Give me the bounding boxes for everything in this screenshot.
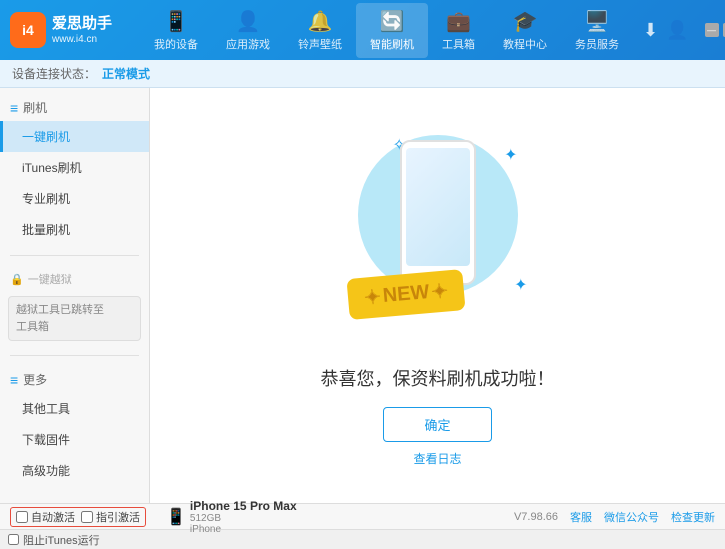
tab-ringtones[interactable]: 🔔 铃声壁纸 — [284, 3, 356, 58]
more-section-icon: ≡ — [10, 372, 18, 388]
status-bar: 设备连接状态： 正常模式 — [0, 60, 725, 88]
ringtones-icon: 🔔 — [308, 9, 333, 34]
tab-apps-games[interactable]: 👤 应用游戏 — [212, 3, 284, 58]
minimize-button[interactable]: — — [705, 23, 719, 37]
jailbreak-section-header: 🔒 一键越狱 — [0, 266, 149, 292]
logo-icon: i4 — [10, 12, 46, 48]
more-section: ≡ 更多 其他工具 下载固件 高级功能 — [0, 360, 149, 492]
auto-activate-checkbox[interactable] — [16, 511, 28, 523]
phone-screen — [406, 148, 470, 266]
user-btn[interactable]: 👤 — [666, 20, 688, 41]
sidebar-divider-1 — [10, 255, 139, 256]
itunes-bar: 阻止iTunes运行 — [0, 529, 725, 549]
main-content: ✦ ✧ ✦ ✦ NEW ✦ 恭喜您，保资料刷机成功啦！ 确定 查看日志 — [150, 88, 725, 503]
nav-tabs: 📱 我的设备 👤 应用游戏 🔔 铃声壁纸 🔄 智能刷机 💼 工具箱 🎓 教程中心… — [140, 3, 633, 58]
customer-service-link[interactable]: 客服 — [570, 509, 592, 525]
success-message: 恭喜您，保资料刷机成功啦！ — [321, 365, 555, 391]
phone-body — [400, 140, 476, 285]
logo-text: 爱思助手 www.i4.cn — [52, 14, 112, 47]
flash-section-icon: ≡ — [10, 100, 18, 116]
sidebar-item-batch-flash[interactable]: 批量刷机 — [0, 214, 149, 245]
logo-area: i4 爱思助手 www.i4.cn — [10, 12, 140, 48]
tutorials-icon: 🎓 — [513, 9, 538, 34]
confirm-button[interactable]: 确定 — [383, 407, 491, 442]
sparkle-icon-1: ✦ — [504, 145, 517, 165]
bottom-right: V7.98.66 客服 微信公众号 检查更新 — [514, 509, 715, 525]
download-btn[interactable]: ⬇ — [643, 20, 658, 41]
lock-icon: 🔒 — [10, 273, 24, 286]
sidebar-item-download-fw[interactable]: 下载固件 — [0, 424, 149, 455]
sidebar-item-itunes-flash[interactable]: iTunes刷机 — [0, 152, 149, 183]
check-update-link[interactable]: 检查更新 — [671, 509, 715, 525]
auto-activate-label[interactable]: 自动激活 — [16, 509, 75, 525]
sidebar-item-advanced[interactable]: 高级功能 — [0, 455, 149, 486]
app-header: i4 爱思助手 www.i4.cn 📱 我的设备 👤 应用游戏 🔔 铃声壁纸 🔄… — [0, 0, 725, 60]
my-device-icon: 📱 — [164, 9, 189, 34]
window-controls: — □ ✕ — [705, 23, 725, 37]
new-badge: ✦ NEW ✦ — [346, 269, 465, 320]
sidebar: ≡ 刷机 一键刷机 iTunes刷机 专业刷机 批量刷机 🔒 一键越狱 — [0, 88, 150, 503]
header-right: ⬇ 👤 — □ ✕ — [643, 20, 725, 41]
guide-activate-checkbox[interactable] — [81, 511, 93, 523]
itunes-checkbox[interactable] — [8, 534, 19, 545]
more-section-header: ≡ 更多 — [0, 366, 149, 393]
device-auto-section: 自动激活 指引激活 — [10, 507, 146, 527]
wechat-link[interactable]: 微信公众号 — [604, 509, 659, 525]
service-icon: 🖥️ — [585, 9, 610, 34]
tab-my-device[interactable]: 📱 我的设备 — [140, 3, 212, 58]
new-badge-text: ✦ NEW ✦ — [363, 278, 449, 310]
device-info-section: 📱 iPhone 15 Pro Max 512GB iPhone — [166, 499, 297, 535]
phone-illustration: ✦ ✧ ✦ ✦ NEW ✦ — [338, 125, 538, 345]
jailbreak-note: 越狱工具已跳转至 工具箱 — [8, 296, 141, 341]
tab-service[interactable]: 🖥️ 务员服务 — [561, 3, 633, 58]
flash-section-header: ≡ 刷机 — [0, 94, 149, 121]
device-details: iPhone 15 Pro Max 512GB iPhone — [190, 499, 297, 535]
bottom-bar: 自动激活 指引激活 📱 iPhone 15 Pro Max 512GB iPho… — [0, 503, 725, 529]
tab-tutorials[interactable]: 🎓 教程中心 — [489, 3, 561, 58]
guide-activate-label[interactable]: 指引激活 — [81, 509, 140, 525]
sparkle-icon-3: ✦ — [514, 275, 527, 295]
sidebar-divider-2 — [10, 355, 139, 356]
sidebar-item-one-click-flash[interactable]: 一键刷机 — [0, 121, 149, 152]
sidebar-item-other-tools[interactable]: 其他工具 — [0, 393, 149, 424]
smart-flash-icon: 🔄 — [380, 9, 405, 34]
view-log-link[interactable]: 查看日志 — [413, 450, 461, 467]
sidebar-item-pro-flash[interactable]: 专业刷机 — [0, 183, 149, 214]
apps-games-icon: 👤 — [236, 9, 261, 34]
toolbox-icon: 💼 — [446, 9, 471, 34]
tab-smart-flash[interactable]: 🔄 智能刷机 — [356, 3, 428, 58]
main-layout: ≡ 刷机 一键刷机 iTunes刷机 专业刷机 批量刷机 🔒 一键越狱 — [0, 88, 725, 503]
flash-section: ≡ 刷机 一键刷机 iTunes刷机 专业刷机 批量刷机 — [0, 88, 149, 251]
tab-toolbox[interactable]: 💼 工具箱 — [428, 3, 489, 58]
jailbreak-section: 🔒 一键越狱 越狱工具已跳转至 工具箱 — [0, 260, 149, 351]
device-phone-icon: 📱 — [166, 507, 186, 527]
itunes-check-label[interactable]: 阻止iTunes运行 — [8, 532, 100, 548]
